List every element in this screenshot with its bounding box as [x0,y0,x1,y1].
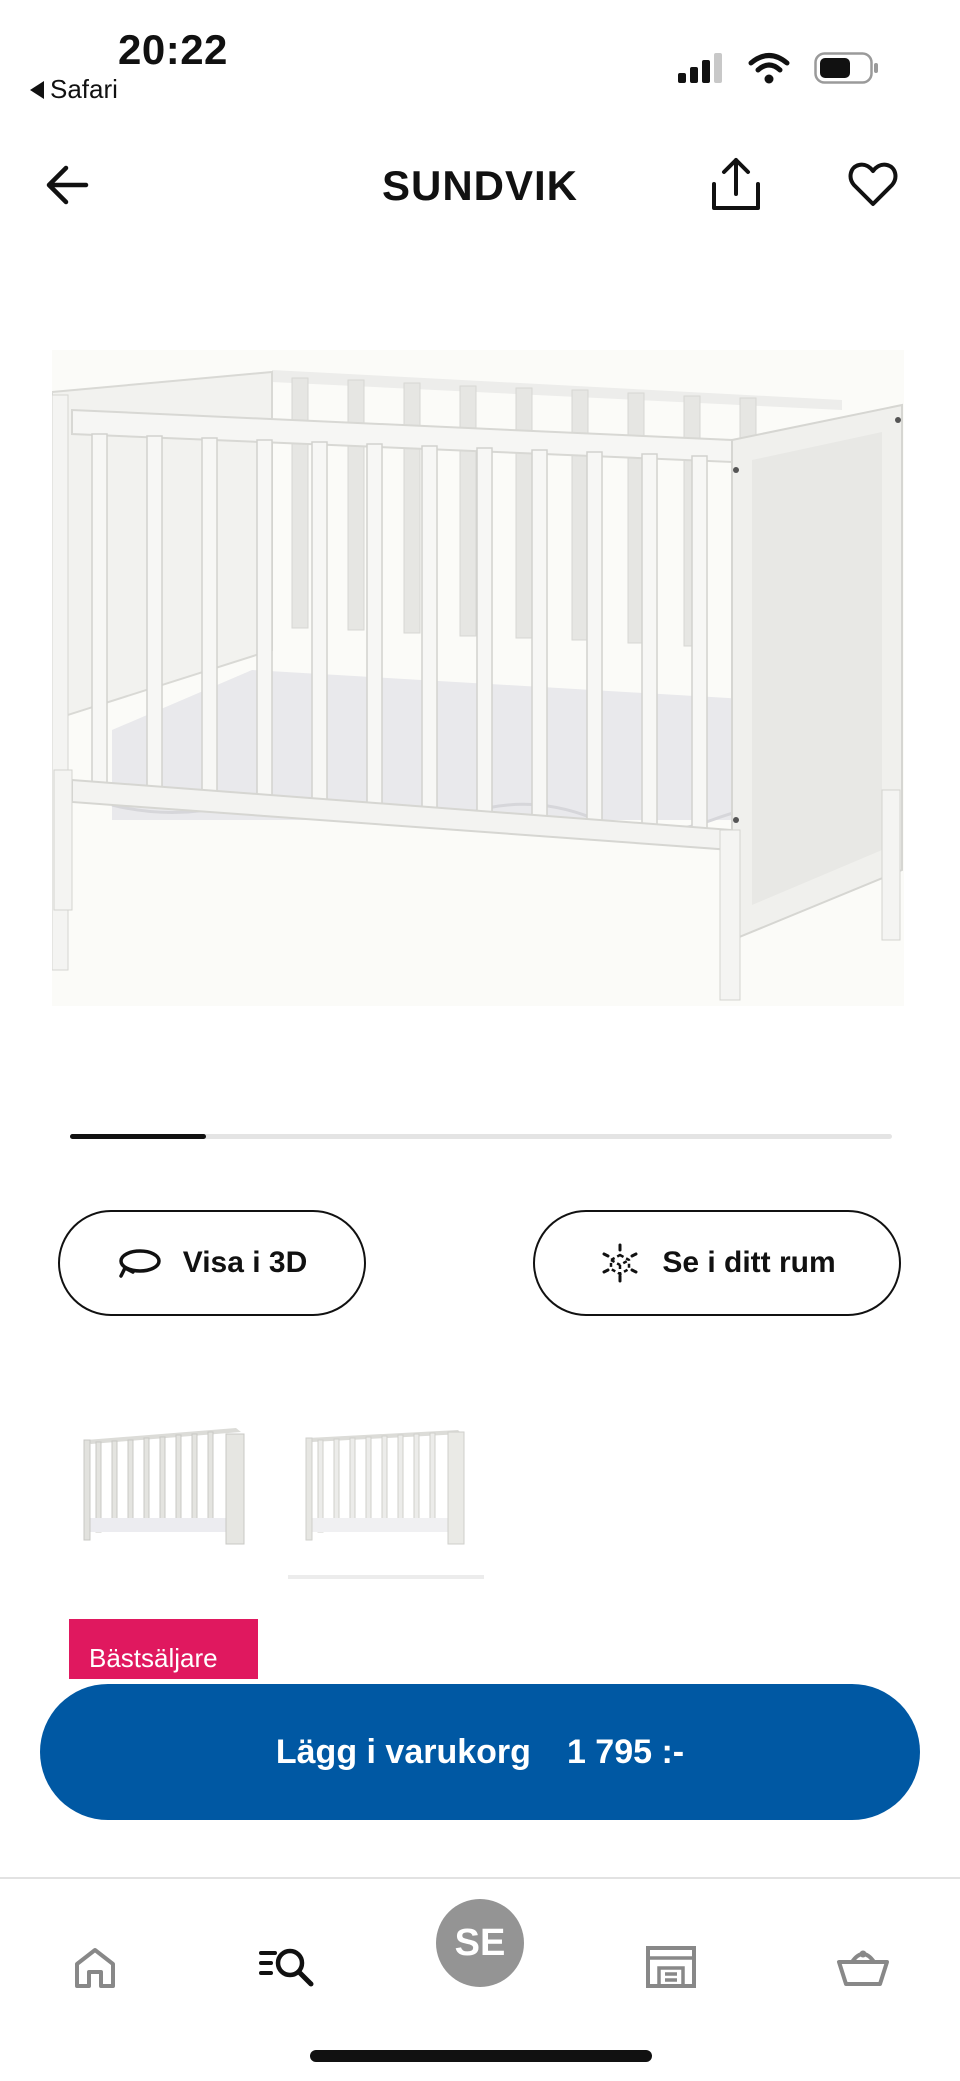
home-icon [75,1948,115,1988]
page-title: SUNDVIK [381,162,579,209]
view-in-room-label: Se i ditt rum [662,1246,836,1279]
nav-home[interactable] [60,1937,130,1997]
view-3d-label: Visa i 3D [182,1246,308,1279]
crib-illustration [51,370,903,1001]
add-to-cart-button[interactable]: Lägg i varukorg 1 795 :- [40,1684,920,1820]
wifi-icon [748,53,790,84]
add-to-cart-label: Lägg i varukorg [275,1732,531,1771]
rotate-3d-icon [118,1249,161,1278]
crib-thumbnail-2 [305,1430,465,1545]
battery-icon [814,52,878,84]
view-in-room-button[interactable]: Se i ditt rum [533,1210,901,1316]
thumbnail-selected-indicator [288,1575,484,1579]
ar-cube-icon [602,1243,638,1283]
country-selector[interactable]: SE [436,1899,524,1987]
heart-icon [848,162,898,206]
store-icon [646,1946,696,1988]
status-icons [678,52,880,84]
nav-search[interactable] [252,1937,322,1997]
thumbnail-1[interactable] [76,1418,256,1566]
signal-icon [678,53,722,83]
nav-basket[interactable] [828,1937,898,1997]
status-bar: 20:22 Safari [0,0,960,110]
crib-thumbnail-1 [83,1428,245,1545]
view-3d-button[interactable]: Visa i 3D [58,1210,366,1316]
status-time: 20:22 [118,26,228,73]
share-button[interactable] [706,154,766,214]
thumbnail-2[interactable] [296,1418,476,1566]
back-triangle-icon [30,80,44,99]
gallery-progress-fill [70,1134,206,1139]
back-to-safari[interactable]: Safari [30,74,118,105]
back-app-label: Safari [50,74,118,104]
product-image-main[interactable] [51,350,904,1006]
nav-store[interactable] [636,1937,706,1997]
search-icon [259,1948,314,1987]
basket-icon [837,1950,889,1986]
product-header: SUNDVIK [0,140,960,230]
share-icon [712,158,760,210]
home-indicator [310,2050,652,2062]
favorite-button[interactable] [846,158,900,212]
price: 1 795 :- [566,1732,685,1771]
bestseller-badge: Bästsäljare [69,1619,258,1679]
gallery-progress [70,1134,892,1139]
